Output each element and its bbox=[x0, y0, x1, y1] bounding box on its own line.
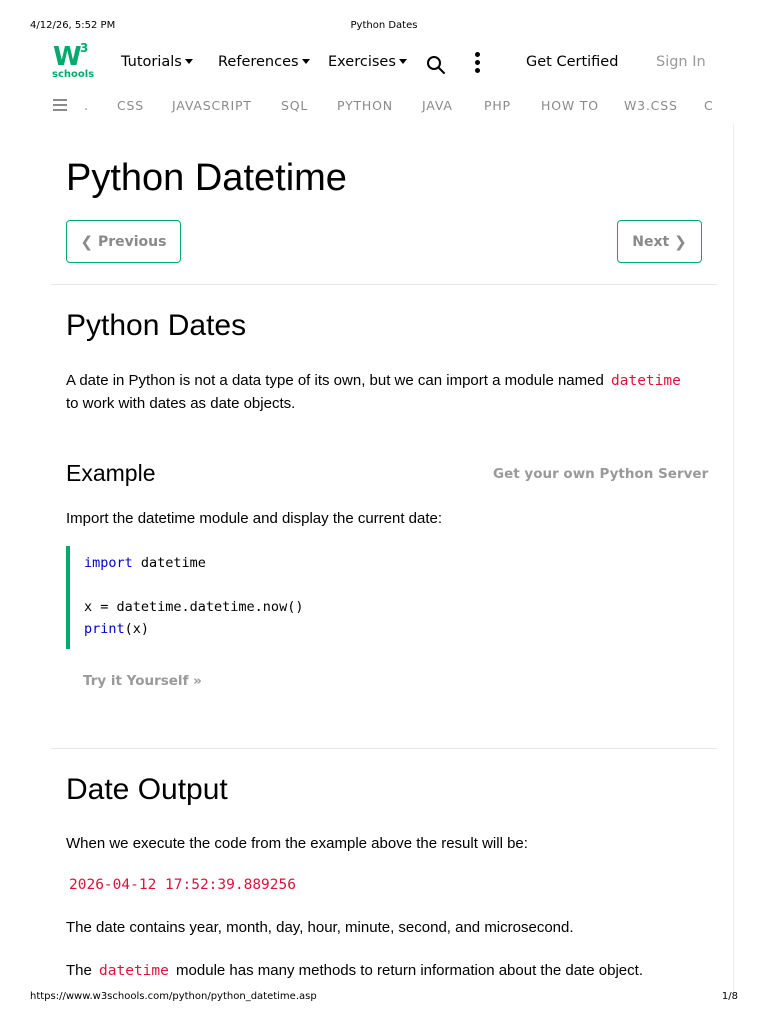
caret-down-icon bbox=[184, 58, 193, 64]
methods-text-end: module has many methods to return inform… bbox=[176, 962, 643, 979]
get-python-server-link[interactable]: Get your own Python Server bbox=[493, 466, 708, 482]
code-line-2: x = datetime.datetime.now() bbox=[84, 599, 304, 615]
print-footer: https://www.w3schools.com/python/python_… bbox=[0, 991, 768, 1005]
subnav-item-w3css[interactable]: W3.CSS bbox=[624, 98, 678, 113]
divider bbox=[51, 284, 717, 285]
inline-code-datetime: datetime bbox=[99, 963, 169, 979]
print-url: https://www.w3schools.com/python/python_… bbox=[30, 991, 317, 1002]
previous-label: Previous bbox=[97, 233, 167, 250]
chevron-left-icon: ❮ bbox=[80, 232, 94, 251]
print-title: Python Dates bbox=[350, 20, 418, 31]
output-description: When we execute the code from the exampl… bbox=[66, 835, 528, 852]
keyword-print: print bbox=[84, 621, 125, 637]
get-certified-link[interactable]: Get Certified bbox=[526, 54, 618, 70]
more-vertical-icon[interactable] bbox=[472, 52, 482, 76]
previous-button[interactable]: ❮ Previous bbox=[66, 220, 181, 263]
logo-schools: schools bbox=[52, 69, 95, 80]
caret-down-icon bbox=[398, 58, 407, 64]
nav-exercises[interactable]: Exercises bbox=[328, 54, 407, 70]
nav-tutorials-label: Tutorials bbox=[121, 54, 182, 70]
date-contains-paragraph: The date contains year, month, day, hour… bbox=[66, 919, 574, 936]
subnav-item-python[interactable]: PYTHON bbox=[337, 98, 393, 113]
intro-text: A date in Python is not a data type of i… bbox=[66, 372, 604, 389]
try-it-yourself-link[interactable]: Try it Yourself » bbox=[83, 673, 202, 689]
print-header: 4/12/26, 5:52 PM Python Dates bbox=[0, 20, 768, 34]
w3schools-logo[interactable]: W 3 schools bbox=[50, 40, 95, 84]
code-line-1: import datetime bbox=[84, 555, 206, 571]
methods-text-start: The bbox=[66, 962, 92, 979]
intro-paragraph-line1: A date in Python is not a data type of i… bbox=[66, 369, 684, 393]
subnav-item-php[interactable]: PHP bbox=[484, 98, 511, 113]
chevron-right-icon: ❯ bbox=[674, 232, 687, 251]
next-label: Next bbox=[632, 233, 670, 250]
keyword-import: import bbox=[84, 555, 133, 571]
example-description: Import the datetime module and display t… bbox=[66, 510, 443, 527]
top-navigation: W 3 schools Tutorials References Exercis… bbox=[0, 40, 768, 88]
section-heading-date-output: Date Output bbox=[66, 773, 228, 806]
print-page-number: 1/8 bbox=[721, 991, 738, 1002]
divider bbox=[51, 748, 717, 749]
sign-in-link[interactable]: Sign In bbox=[656, 54, 706, 70]
subnav-item-c[interactable]: C bbox=[704, 98, 714, 113]
inline-code-datetime: datetime bbox=[611, 373, 681, 389]
code-text: datetime bbox=[132, 555, 206, 571]
subnav-item-java[interactable]: JAVA bbox=[422, 98, 453, 113]
example-heading: Example bbox=[66, 460, 156, 486]
code-text: (x) bbox=[124, 621, 150, 637]
date-output-value: 2026-04-12 17:52:39.889256 bbox=[69, 877, 296, 893]
code-line-3: print(x) bbox=[84, 621, 149, 637]
code-example-box: import datetime x = datetime.datetime.no… bbox=[66, 546, 702, 649]
logo-superscript: 3 bbox=[80, 41, 89, 55]
page-title: Python Datetime bbox=[66, 157, 347, 199]
nav-exercises-label: Exercises bbox=[328, 54, 396, 70]
search-icon[interactable] bbox=[426, 55, 446, 75]
hamburger-menu-icon[interactable] bbox=[53, 99, 67, 111]
next-button[interactable]: Next ❯ bbox=[617, 220, 702, 263]
subnav-item-sql[interactable]: SQL bbox=[281, 98, 308, 113]
nav-tutorials[interactable]: Tutorials bbox=[121, 54, 193, 70]
subnav-item-partial[interactable]: . bbox=[84, 98, 89, 113]
subnav-item-howto[interactable]: HOW TO bbox=[541, 98, 599, 113]
nav-references[interactable]: References bbox=[218, 54, 310, 70]
logo-w: W bbox=[53, 42, 82, 72]
subject-navigation: . CSS JAVASCRIPT SQL PYTHON JAVA PHP HOW… bbox=[0, 92, 768, 120]
content-border bbox=[733, 124, 734, 994]
methods-paragraph: The datetime module has many methods to … bbox=[66, 959, 643, 983]
caret-down-icon bbox=[301, 58, 310, 64]
subnav-item-css[interactable]: CSS bbox=[117, 98, 144, 113]
intro-paragraph-line2: to work with dates as date objects. bbox=[66, 395, 296, 412]
subnav-item-javascript[interactable]: JAVASCRIPT bbox=[172, 98, 252, 113]
section-heading-python-dates: Python Dates bbox=[66, 309, 247, 342]
nav-references-label: References bbox=[218, 54, 299, 70]
